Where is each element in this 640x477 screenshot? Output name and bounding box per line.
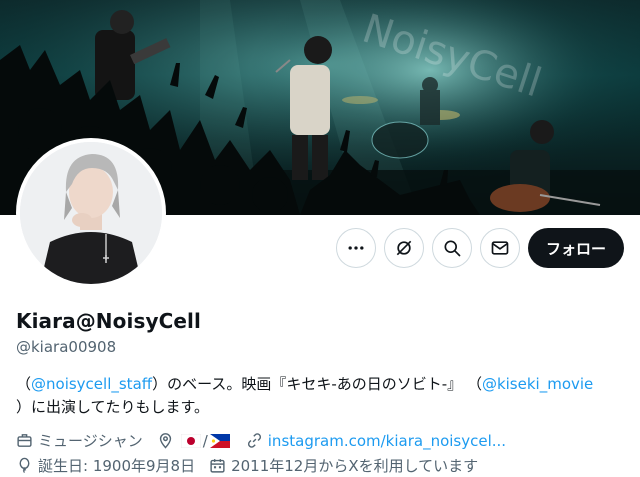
location-separator: /	[202, 431, 208, 450]
mention-link[interactable]: @noisycell_staff	[31, 375, 152, 393]
profile-actions: フォロー	[335, 228, 624, 268]
profession-label: ミュージシャン	[38, 432, 143, 450]
more-button[interactable]	[335, 228, 376, 268]
user-handle: @kiara00908	[16, 338, 117, 356]
website-item[interactable]: instagram.com/kiara_noisycel...	[246, 432, 506, 450]
website-link[interactable]: instagram.com/kiara_noisycel...	[268, 432, 506, 450]
search-icon	[444, 240, 461, 257]
mention-link[interactable]: @kiseki_movie	[482, 375, 593, 393]
profile-meta-row: 誕生日: 1900年9月8日 2011年12月からXを利用しています	[16, 455, 492, 476]
profile-avatar[interactable]	[16, 138, 166, 288]
location-item: /	[157, 432, 232, 450]
joined-item: 2011年12月からXを利用しています	[209, 455, 478, 476]
calendar-icon	[209, 457, 226, 474]
balloon-icon	[16, 457, 33, 474]
bio-text: （	[16, 375, 32, 393]
location-pin-icon	[157, 432, 174, 449]
flag-japan-icon	[180, 433, 201, 448]
grok-button[interactable]	[383, 228, 424, 268]
profile-meta-row: ミュージシャン / instagram.com/kiara_noisycel..…	[16, 430, 520, 451]
link-icon	[246, 432, 263, 449]
flag-philippines-icon	[209, 433, 230, 448]
message-button[interactable]	[479, 228, 520, 268]
search-button[interactable]	[431, 228, 472, 268]
envelope-icon	[491, 241, 509, 255]
profession-item: ミュージシャン	[16, 430, 143, 451]
display-name: Kiara@NoisyCell	[16, 309, 201, 333]
avatar-image	[20, 142, 162, 284]
joined-label: 2011年12月からXを利用しています	[231, 457, 479, 475]
birthday-item: 誕生日: 1900年9月8日	[16, 455, 195, 476]
bio-text: ）に出演してたりもします。	[16, 398, 210, 416]
follow-button[interactable]: フォロー	[527, 228, 624, 268]
bio-text: ）のベース。映画『キセキ-あの日のソビト-』 （	[152, 375, 482, 393]
more-icon	[348, 246, 364, 250]
briefcase-icon	[16, 432, 33, 449]
birthday-label: 誕生日: 1900年9月8日	[38, 457, 196, 475]
grok-icon	[396, 240, 412, 256]
profile-bio: （@noisycell_staff）のベース。映画『キセキ-あの日のソビト-』 …	[16, 373, 626, 419]
